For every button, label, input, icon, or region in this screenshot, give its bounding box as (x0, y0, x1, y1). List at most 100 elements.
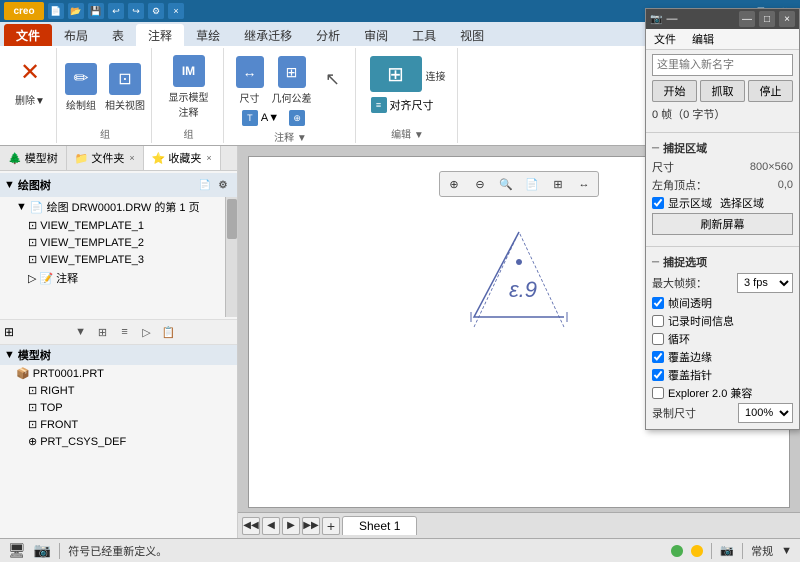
capture-button[interactable]: 抓取 (700, 80, 745, 102)
save-icon[interactable]: 💾 (88, 3, 104, 19)
favorites-tab-close[interactable]: × (206, 153, 211, 163)
record-size-select[interactable]: 100% 75% 50% (738, 403, 793, 423)
zoom-fit-btn[interactable]: 🔍 (494, 174, 518, 194)
status-dot-yellow (691, 545, 703, 557)
tab-table[interactable]: 表 (100, 24, 136, 46)
page-btn[interactable]: 📄 (520, 174, 544, 194)
sheet-last-btn[interactable]: ▶▶ (302, 517, 320, 535)
folder-tab-close[interactable]: × (129, 153, 134, 163)
record-size-label: 录制尺寸 (652, 405, 696, 421)
model-group-label: 组 (184, 124, 194, 141)
tab-view[interactable]: 视图 (448, 24, 496, 46)
app-logo: creo (4, 2, 44, 20)
draw-group-button[interactable]: ✏ 绘制组 (63, 61, 99, 114)
grid-btn[interactable]: ⊞ (546, 174, 570, 194)
dimension-icon: ↔ (236, 56, 264, 88)
float-edit-menu[interactable]: 编辑 (684, 29, 722, 49)
sheet-tab-1[interactable]: Sheet 1 (342, 516, 417, 535)
close-tab-icon[interactable]: × (168, 3, 184, 19)
tree-tool-2[interactable]: ⊞ (93, 322, 113, 342)
tree-scroll-thumb[interactable] (227, 199, 237, 239)
float-minimize-btn[interactable]: — (739, 11, 755, 27)
tree-tool-1[interactable]: ▼ (71, 322, 91, 342)
tree-tool-5[interactable]: 📋 (159, 322, 179, 342)
display-model-button[interactable]: IM 显示模型注释 (167, 53, 211, 121)
tab-annotation[interactable]: 注释 (136, 24, 184, 46)
new-icon[interactable]: 📄 (48, 3, 64, 19)
symbol-btn[interactable]: ⊕ (286, 109, 308, 127)
top-item[interactable]: ⊡ TOP (0, 399, 237, 416)
prt-item[interactable]: 📦 PRT0001.PRT (0, 365, 237, 382)
tab-file[interactable]: 文件 (4, 24, 52, 46)
start-button[interactable]: 开始 (652, 80, 697, 102)
tab-analysis[interactable]: 分析 (304, 24, 352, 46)
zoom-out-btn[interactable]: ⊖ (468, 174, 492, 194)
status-bar: 🖥 📷 符号已经重新定义。 📷 常规 ▼ (0, 538, 800, 562)
related-view-icon: ⊡ (109, 63, 141, 95)
fps-select[interactable]: 3 fps 5 fps 10 fps (737, 273, 793, 293)
align-dim-btn[interactable]: ≡ 对齐尺寸 (368, 96, 448, 114)
sheet-first-btn[interactable]: ◀◀ (242, 517, 260, 535)
tree-add-icon[interactable]: 📄 (197, 177, 213, 193)
view-template-3-item[interactable]: ⊡ VIEW_TEMPLATE_3 (0, 251, 208, 268)
float-close-btn[interactable]: × (779, 11, 795, 27)
view-icon-2: ⊡ (28, 236, 37, 249)
front-item[interactable]: ⊡ FRONT (0, 416, 237, 433)
sheet-next-btn[interactable]: ▶ (282, 517, 300, 535)
status-dropdown-icon[interactable]: ▼ (781, 545, 792, 557)
tab-layout[interactable]: 布局 (52, 24, 100, 46)
transparent-label: 帧间透明 (668, 295, 712, 311)
tab-model-tree[interactable]: 🌲 模型树 (0, 146, 67, 170)
view-template-2-item[interactable]: ⊡ VIEW_TEMPLATE_2 (0, 234, 208, 251)
right-item[interactable]: ⊡ RIGHT (0, 382, 237, 399)
view-template-1-item[interactable]: ⊡ VIEW_TEMPLATE_1 (0, 217, 208, 234)
prt-csys-item[interactable]: ⊕ PRT_CSYS_DEF (0, 433, 237, 450)
cover-pointer-checkbox[interactable] (652, 369, 664, 381)
tree-settings-icon[interactable]: ⚙ (215, 177, 231, 193)
float-file-menu[interactable]: 文件 (646, 29, 684, 49)
sheet-add-btn[interactable]: + (322, 517, 340, 535)
delete-button[interactable]: ✕ 删除▼ (8, 50, 52, 109)
model-tree-icon: 🌲 (8, 152, 22, 165)
tree-scrollbar[interactable] (225, 197, 237, 317)
open-icon[interactable]: 📂 (68, 3, 84, 19)
tab-review[interactable]: 审阅 (352, 24, 400, 46)
refresh-button[interactable]: 刷新屏幕 (652, 213, 793, 235)
time-info-checkbox[interactable] (652, 315, 664, 327)
delete-icon: ✕ (14, 52, 46, 92)
settings-icon[interactable]: ⚙ (148, 3, 164, 19)
ribbon-group-annotation: ↔ 尺寸 ⊞ 几何公差 T A▼ ⊕ (226, 48, 356, 143)
undo-icon[interactable]: ↩ (108, 3, 124, 19)
name-input[interactable] (652, 54, 793, 76)
dimension-button[interactable]: ↔ 尺寸 (234, 54, 266, 107)
tab-sketch[interactable]: 草绘 (184, 24, 232, 46)
show-area-checkbox[interactable] (652, 197, 664, 209)
float-maximize-btn[interactable]: □ (759, 11, 775, 27)
float-input-section: 开始 抓取 停止 0 帧（0 字节） (646, 50, 799, 129)
transparent-checkbox[interactable] (652, 297, 664, 309)
tab-tools[interactable]: 工具 (400, 24, 448, 46)
tab-file-folder[interactable]: 📁 文件夹 × (67, 146, 144, 170)
tab-favorites[interactable]: ⭐ 收藏夹 × (144, 146, 221, 170)
sheet-prev-btn[interactable]: ◀ (262, 517, 280, 535)
annotation-item[interactable]: ▷ 📝 注释 (0, 268, 208, 288)
related-view-button[interactable]: ⊡ 相关视图 (103, 61, 147, 114)
drawing-tree-header[interactable]: ▼ 绘图树 📄 ⚙ (0, 173, 237, 197)
text-btn[interactable]: T A▼ (239, 109, 282, 127)
measure-btn[interactable]: ↔ (572, 174, 596, 194)
drawing-drw-item[interactable]: ▼ 📄 绘图 DRW0001.DRW 的第 1 页 (0, 197, 208, 217)
loop-checkbox[interactable] (652, 333, 664, 345)
connect-button[interactable]: ⊞ 连接 (368, 54, 448, 94)
redo-icon[interactable]: ↪ (128, 3, 144, 19)
tree-tool-4[interactable]: ▷ (137, 322, 157, 342)
cover-edge-checkbox[interactable] (652, 351, 664, 363)
stop-button[interactable]: 停止 (748, 80, 793, 102)
tree-tool-3[interactable]: ≡ (115, 322, 135, 342)
float-title-bar: 📷 — — □ × (646, 9, 799, 29)
model-tree-header[interactable]: ▼ 模型树 (0, 345, 237, 365)
status-divider-1 (59, 543, 60, 559)
tab-inherit[interactable]: 继承迁移 (232, 24, 304, 46)
geometric-button[interactable]: ⊞ 几何公差 (270, 54, 314, 107)
explorer-compat-checkbox[interactable] (652, 387, 664, 399)
zoom-in-btn[interactable]: ⊕ (442, 174, 466, 194)
